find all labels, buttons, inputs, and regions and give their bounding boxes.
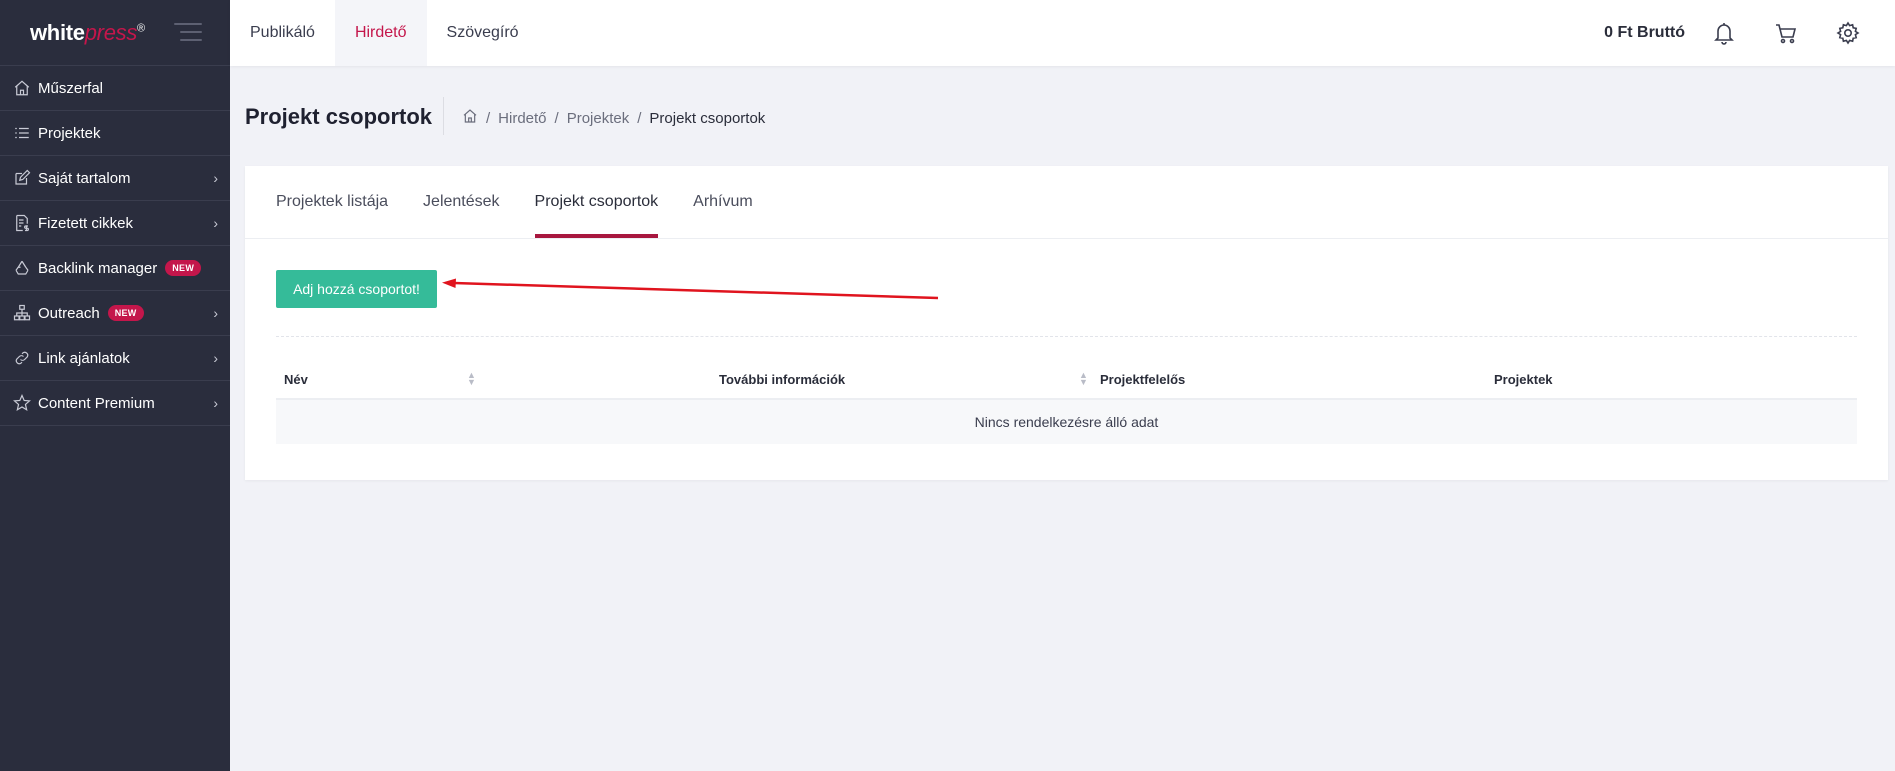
- cart-icon[interactable]: [1771, 18, 1801, 48]
- content-card: Projektek listája Jelentések Projekt cso…: [245, 166, 1888, 480]
- sidebar-item-label: Műszerfal: [38, 79, 104, 97]
- tab-arhivum[interactable]: Arhívum: [693, 166, 753, 238]
- menu-toggle-icon[interactable]: [174, 23, 202, 41]
- sidebar-item-label: Fizetett cikkek: [38, 214, 134, 232]
- gear-icon[interactable]: [1833, 18, 1863, 48]
- breadcrumb-current: Projekt csoportok: [649, 109, 766, 127]
- home-icon[interactable]: [462, 108, 478, 128]
- sort-icon[interactable]: ▲ ▼: [467, 371, 476, 387]
- edit-icon: [12, 168, 32, 188]
- column-header-projektek: Projektek: [1494, 372, 1553, 387]
- dashed-divider: [276, 336, 1857, 337]
- bell-icon[interactable]: [1709, 18, 1739, 48]
- sidebar-item-muszerfal[interactable]: Műszerfal: [0, 66, 230, 111]
- chevron-right-icon: ›: [213, 350, 218, 366]
- sitemap-icon: [12, 303, 32, 323]
- topnav-item-publikalo[interactable]: Publikáló: [230, 0, 335, 66]
- sidebar-item-label: Link ajánlatok: [38, 349, 130, 367]
- header-divider: [443, 97, 444, 135]
- annotation-arrow: [442, 278, 939, 300]
- page-title: Projekt csoportok: [245, 104, 433, 129]
- sidebar-item-label: Saját tartalom: [38, 169, 131, 187]
- recycle-icon: [12, 258, 32, 278]
- sidebar-item-projektek[interactable]: Projektek: [0, 111, 230, 156]
- chevron-right-icon: ›: [213, 215, 218, 231]
- chevron-right-icon: ›: [213, 395, 218, 411]
- sort-icon[interactable]: ▲ ▼: [1079, 371, 1088, 387]
- chevron-right-icon: ›: [213, 305, 218, 321]
- sidebar-item-label: Content Premium: [38, 394, 155, 412]
- table-header: Név ▲ ▼ További információk ▲ ▼ Projektfel…: [276, 360, 1857, 400]
- empty-table-row: Nincs rendelkezésre álló adat: [276, 400, 1857, 444]
- groups-table: Név ▲ ▼ További információk ▲ ▼ Projektfel…: [276, 360, 1857, 444]
- star-icon: [12, 393, 32, 413]
- sidebar-item-outreach[interactable]: Outreach NEW ›: [0, 291, 230, 336]
- paid-document-icon: [12, 213, 32, 233]
- tab-bar: Projektek listája Jelentések Projekt cso…: [276, 166, 788, 238]
- sidebar: whitepress® Műszerfal Projektek Saját ta…: [0, 0, 230, 771]
- add-group-button[interactable]: Adj hozzá csoportot!: [276, 270, 437, 308]
- topnav-item-hirdeto[interactable]: Hirdető: [334, 0, 427, 66]
- breadcrumb-hirdeto[interactable]: Hirdető: [498, 110, 546, 127]
- brand: whitepress®: [0, 0, 230, 66]
- breadcrumb-projektek[interactable]: Projektek: [567, 110, 630, 127]
- breadcrumb: / Hirdető / Projektek / Projekt csoporto…: [462, 108, 765, 128]
- sidebar-item-label: Backlink manager: [38, 259, 158, 277]
- tabs-divider: [245, 238, 1888, 239]
- whitepress-logo[interactable]: whitepress®: [30, 20, 145, 46]
- topnav-item-szovegiro[interactable]: Szövegíró: [427, 0, 539, 66]
- new-badge: NEW: [165, 260, 202, 276]
- tab-projektek-listaja[interactable]: Projektek listája: [276, 166, 388, 238]
- column-header-nev[interactable]: Név: [284, 372, 308, 387]
- list-icon: [12, 123, 32, 143]
- sidebar-item-sajat-tartalom[interactable]: Saját tartalom ›: [0, 156, 230, 201]
- sidebar-item-content-premium[interactable]: Content Premium ›: [0, 381, 230, 426]
- column-header-tovabbi-informaciok[interactable]: További információk: [719, 372, 845, 387]
- breadcrumb-separator: /: [637, 109, 642, 127]
- sidebar-item-label: Projektek: [38, 124, 101, 142]
- top-nav: Publikáló Hirdető Szövegíró: [230, 0, 539, 66]
- column-header-projektfelelos: Projektfelelős: [1100, 372, 1186, 387]
- balance[interactable]: 0 Ft Bruttó: [1604, 24, 1685, 42]
- breadcrumb-separator: /: [554, 109, 559, 127]
- topbar: Publikáló Hirdető Szövegíró 0 Ft Bruttó: [230, 0, 1895, 66]
- sidebar-item-backlink-manager[interactable]: Backlink manager NEW: [0, 246, 230, 291]
- topbar-actions: 0 Ft Bruttó: [1604, 0, 1895, 66]
- breadcrumb-separator: /: [486, 109, 491, 127]
- tab-projekt-csoportok[interactable]: Projekt csoportok: [534, 166, 658, 238]
- link-icon: [12, 348, 32, 368]
- new-badge: NEW: [107, 305, 144, 321]
- home-icon: [12, 78, 32, 98]
- tab-jelentesek[interactable]: Jelentések: [423, 166, 500, 238]
- chevron-right-icon: ›: [213, 170, 218, 186]
- sidebar-item-link-ajanlatok[interactable]: Link ajánlatok ›: [0, 336, 230, 381]
- sidebar-item-label: Outreach: [38, 304, 100, 322]
- sidebar-item-fizetett-cikkek[interactable]: Fizetett cikkek ›: [0, 201, 230, 246]
